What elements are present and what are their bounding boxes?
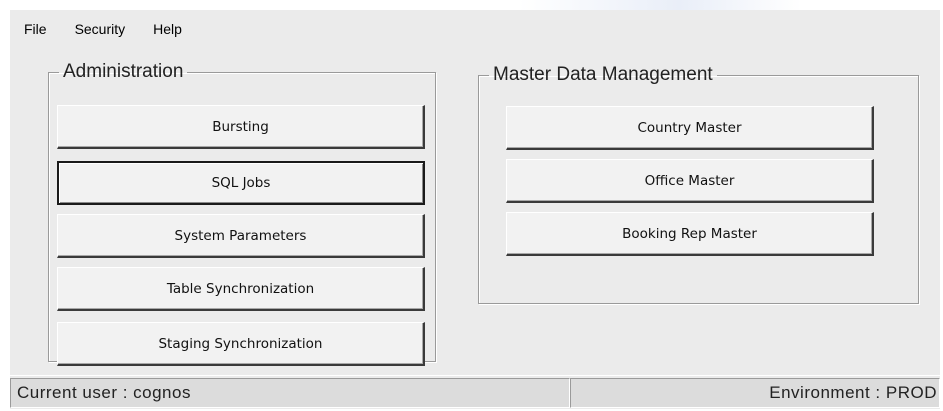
menu-file[interactable]: File bbox=[24, 21, 47, 37]
bursting-button[interactable]: Bursting bbox=[57, 105, 425, 149]
system-parameters-button[interactable]: System Parameters bbox=[57, 214, 425, 258]
menu-bar: File Security Help bbox=[10, 10, 940, 48]
current-user-status: Current user : cognos bbox=[10, 378, 570, 408]
master-data-management-group: Master Data Management Country Master Of… bbox=[478, 65, 919, 304]
master-data-management-title: Master Data Management bbox=[493, 64, 713, 85]
table-synchronization-button[interactable]: Table Synchronization bbox=[57, 267, 425, 311]
booking-rep-master-button[interactable]: Booking Rep Master bbox=[506, 212, 874, 256]
main-window: File Security Help Administration Bursti… bbox=[10, 10, 940, 409]
country-master-button[interactable]: Country Master bbox=[506, 106, 874, 150]
administration-title: Administration bbox=[63, 61, 184, 82]
menu-security[interactable]: Security bbox=[75, 21, 126, 37]
administration-group: Administration Bursting SQL Jobs System … bbox=[48, 61, 436, 366]
sql-jobs-button[interactable]: SQL Jobs bbox=[57, 161, 425, 205]
menu-help[interactable]: Help bbox=[153, 21, 182, 37]
environment-status: Environment : PROD bbox=[570, 378, 940, 408]
page-background bbox=[0, 0, 943, 10]
staging-synchronization-button[interactable]: Staging Synchronization bbox=[57, 322, 425, 366]
status-bar: Current user : cognos Environment : PROD bbox=[10, 375, 940, 410]
office-master-button[interactable]: Office Master bbox=[506, 159, 874, 203]
